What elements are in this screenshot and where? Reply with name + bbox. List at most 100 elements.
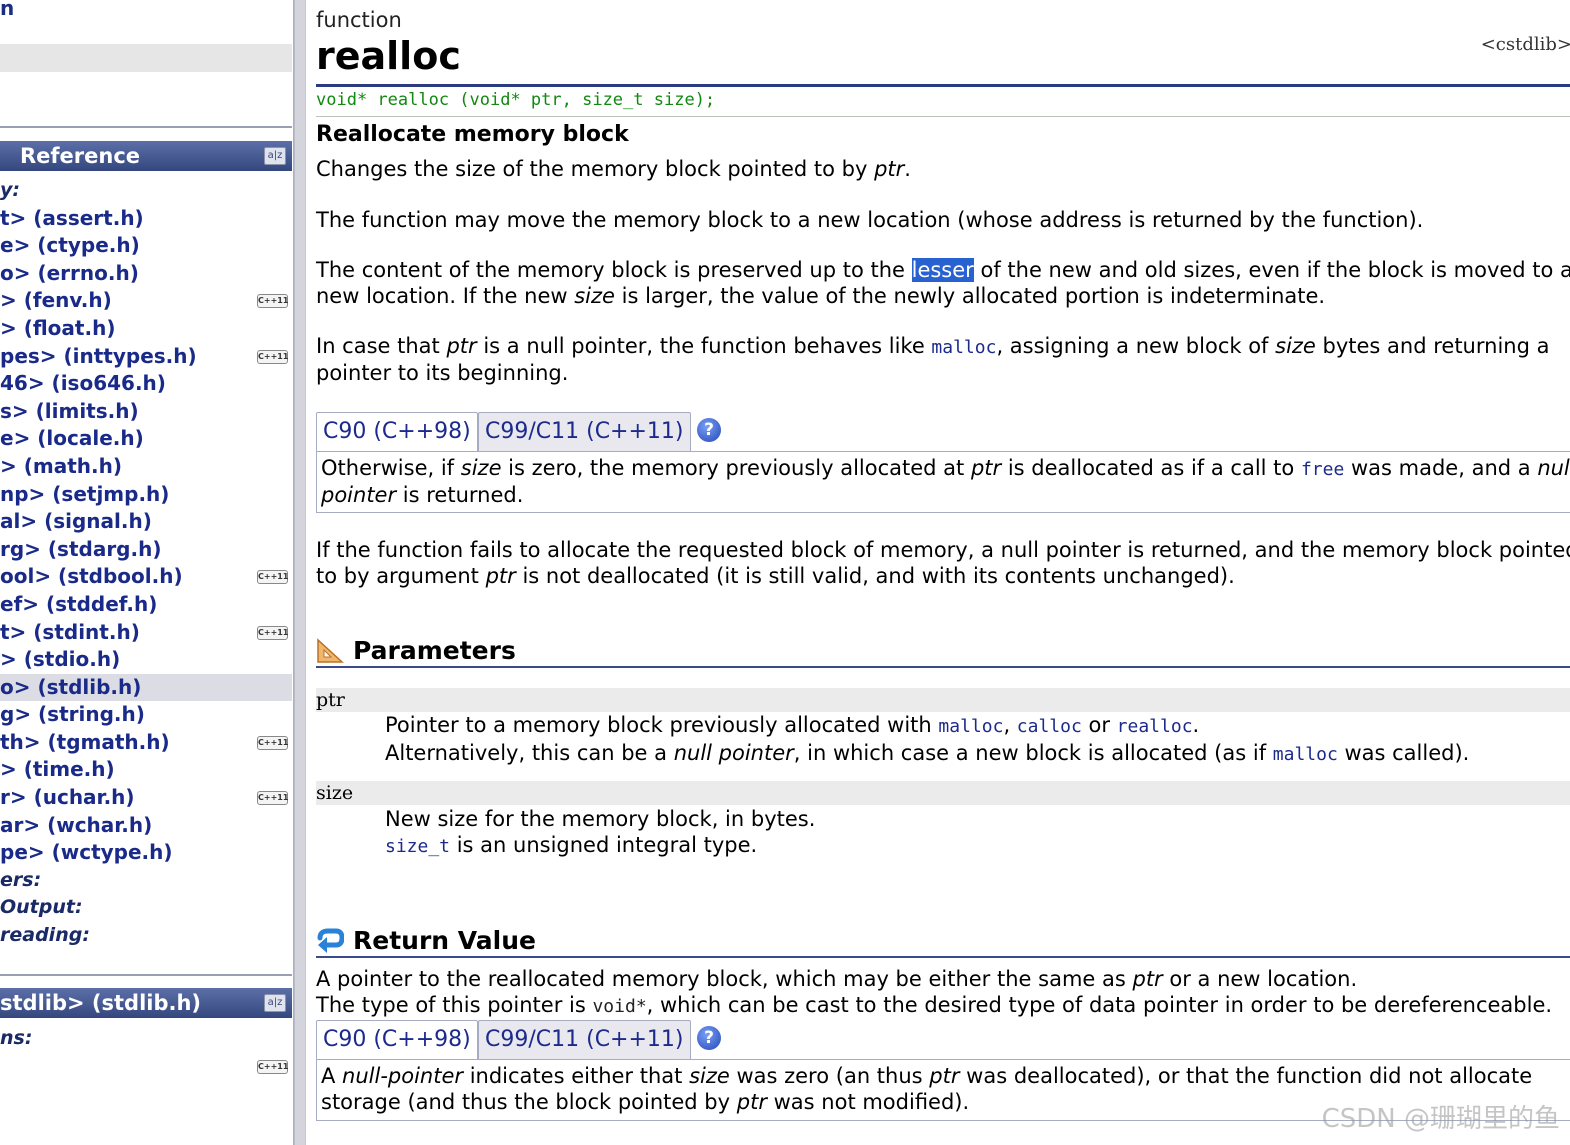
description-paragraph-1: Changes the size of the memory block poi…	[316, 157, 911, 181]
sidebar-header-item[interactable]: > (time.h)	[0, 756, 292, 784]
sidebar-header-item[interactable]: t> (assert.h)	[0, 205, 292, 233]
sidebar-category-input-output[interactable]: Output:	[0, 894, 292, 922]
sidebar-category-functions[interactable]: ns:	[0, 1025, 292, 1053]
sidebar-header-label: e> (locale.h)	[0, 426, 144, 451]
description-paragraph-2: The function may move the memory block t…	[316, 208, 1424, 232]
sidebar-header-label: o> (stdlib.h)	[0, 674, 142, 699]
sidebar-header-label: pe> (wctype.h)	[0, 840, 173, 865]
sidebar-header-label: ar> (wchar.h)	[0, 812, 153, 837]
sidebar-stdlib-row[interactable]: C++11	[0, 1053, 292, 1081]
sidebar-header-item[interactable]: ool> (stdbool.h) C++11	[0, 563, 292, 591]
cpp11-badge: C++11	[257, 1059, 288, 1074]
section-return-value: Return Value	[316, 924, 1570, 958]
sidebar-header-label: > (time.h)	[0, 757, 115, 782]
sidebar-header-item[interactable]: g> (string.h)	[0, 701, 292, 729]
sidebar-header-item[interactable]: ar> (wchar.h)	[0, 812, 292, 840]
sidebar-divider	[0, 126, 292, 128]
link-free[interactable]: free	[1301, 459, 1344, 480]
sidebar-category-multithreading[interactable]: reading:	[0, 922, 292, 950]
sidebar-resize-handle[interactable]	[294, 0, 306, 1145]
sort-az-icon[interactable]: a|z	[264, 147, 286, 165]
sidebar-category-containers[interactable]: ers:	[0, 867, 292, 895]
sidebar: n Reference a|z y: t> (assert.h) e> (ctyp…	[0, 0, 294, 1145]
link-malloc[interactable]: malloc	[931, 337, 996, 358]
sidebar-header-item[interactable]: t> (stdint.h) C++11	[0, 619, 292, 647]
tab-c90[interactable]: C90 (C++98)	[316, 1020, 478, 1060]
sidebar-header-label: th> (tgmath.h)	[0, 729, 170, 754]
selected-text[interactable]: lesser	[911, 258, 974, 282]
function-prototype: void* realloc (void* ptr, size_t size);	[316, 90, 716, 110]
sidebar-section-stdlib-label: stdlib> (stdlib.h)	[0, 991, 202, 1015]
tab-c99-c11[interactable]: C99/C11 (C++11)	[478, 1020, 691, 1060]
sidebar-header-item[interactable]: pes> (inttypes.h) C++11	[0, 343, 292, 371]
sidebar-header-item[interactable]: e> (ctype.h)	[0, 232, 292, 260]
sidebar-header-label: rg> (stdarg.h)	[0, 536, 162, 561]
help-icon[interactable]: ?	[697, 1026, 721, 1050]
cpp11-badge: C++11	[257, 570, 288, 585]
sidebar-header-item[interactable]: > (stdio.h)	[0, 646, 292, 674]
sidebar-header-label: > (math.h)	[0, 453, 122, 478]
title-rule	[316, 84, 1570, 87]
sidebar-header-item[interactable]: np> (setjmp.h)	[0, 481, 292, 509]
section-parameters: Parameters	[316, 634, 1570, 668]
sidebar-section-stdlib[interactable]: stdlib> (stdlib.h) a|z	[0, 988, 292, 1018]
sidebar-category-libraries[interactable]: y:	[0, 177, 292, 205]
sidebar-header-item[interactable]: > (float.h)	[0, 315, 292, 343]
sidebar-header-label: > (fenv.h)	[0, 288, 112, 313]
sidebar-header-label: ool> (stdbool.h)	[0, 564, 183, 589]
param-name-ptr: ptr	[316, 688, 1570, 712]
sidebar-header-item[interactable]: o> (errno.h)	[0, 260, 292, 288]
sidebar-header-item[interactable]: e> (locale.h)	[0, 425, 292, 453]
sidebar-header-item[interactable]: s> (limits.h)	[0, 398, 292, 426]
link-size-t[interactable]: size_t	[385, 836, 450, 857]
sidebar-header-item[interactable]: th> (tgmath.h) C++11	[0, 729, 292, 757]
sort-az-icon[interactable]: a|z	[264, 994, 286, 1012]
sidebar-top-fragment[interactable]: n	[0, 0, 14, 22]
link-malloc[interactable]: malloc	[1273, 744, 1338, 765]
version-tabs: C90 (C++98) C99/C11 (C++11) ?	[316, 1020, 1570, 1060]
header-file-link[interactable]: <cstdlib>	[1481, 34, 1570, 55]
description-paragraph-4: In case that ptr is a null pointer, the …	[316, 334, 1550, 385]
sidebar-header-item[interactable]: al> (signal.h)	[0, 508, 292, 536]
help-icon[interactable]: ?	[697, 418, 721, 442]
sidebar-gray-band	[0, 44, 292, 72]
section-title: Return Value	[353, 926, 536, 955]
sidebar-header-item[interactable]: > (math.h)	[0, 453, 292, 481]
sidebar-header-item[interactable]: > (fenv.h) C++11	[0, 287, 292, 315]
sidebar-header-item[interactable]: rg> (stdarg.h)	[0, 536, 292, 564]
tab-c99-c11[interactable]: C99/C11 (C++11)	[478, 412, 691, 452]
sidebar-header-label: t> (stdint.h)	[0, 619, 140, 644]
sidebar-header-label: o> (errno.h)	[0, 260, 139, 285]
section-title: Parameters	[353, 636, 516, 665]
cpp11-badge: C++11	[257, 625, 288, 640]
sidebar-header-item[interactable]: ef> (stddef.h)	[0, 591, 292, 619]
sidebar-header-label: s> (limits.h)	[0, 398, 139, 423]
sidebar-stdlib-list: ns: C++11	[0, 1025, 292, 1081]
link-malloc[interactable]: malloc	[938, 716, 1003, 737]
return-description: A pointer to the reallocated memory bloc…	[316, 967, 1553, 1017]
main-content: function realloc <cstdlib> void* realloc…	[306, 0, 1570, 1145]
sidebar-header-list: y: t> (assert.h) e> (ctype.h) o> (errno.h)…	[0, 177, 292, 950]
return-arrow-icon	[317, 928, 344, 953]
sidebar-divider	[0, 974, 292, 976]
param-ref-ptr: ptr	[874, 157, 905, 181]
param-desc-size: New size for the memory block, in bytes.…	[385, 807, 816, 857]
sidebar-header-label: > (float.h)	[0, 315, 116, 340]
sidebar-header-label: > (stdio.h)	[0, 647, 121, 672]
sidebar-header-item[interactable]: pe> (wctype.h)	[0, 839, 292, 867]
version-tabs: C90 (C++98) C99/C11 (C++11) ?	[316, 412, 1570, 452]
page-title: realloc	[316, 34, 461, 78]
sidebar-header-label: np> (setjmp.h)	[0, 481, 170, 506]
description-paragraph-3: The content of the memory block is prese…	[316, 258, 1570, 308]
tab-content-c90: Otherwise, if size is zero, the memory p…	[316, 451, 1570, 513]
sidebar-section-reference[interactable]: Reference a|z	[0, 141, 292, 171]
watermark: CSDN @珊瑚里的鱼	[1321, 1104, 1560, 1134]
cpp11-badge: C++11	[257, 791, 288, 806]
tab-c90[interactable]: C90 (C++98)	[316, 412, 478, 452]
link-calloc[interactable]: calloc	[1017, 716, 1082, 737]
sidebar-header-label: t> (assert.h)	[0, 205, 144, 230]
sidebar-header-item[interactable]: 46> (iso646.h)	[0, 370, 292, 398]
link-realloc[interactable]: realloc	[1117, 716, 1193, 737]
sidebar-header-item[interactable]: o> (stdlib.h)	[0, 673, 292, 702]
sidebar-header-item[interactable]: r> (uchar.h) C++11	[0, 784, 292, 812]
